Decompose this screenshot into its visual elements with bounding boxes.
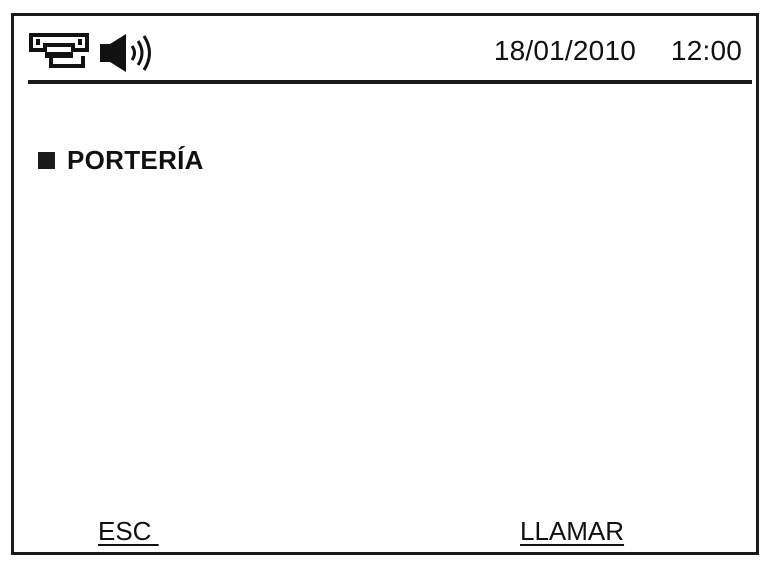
status-bar: 18/01/2010 12:00 xyxy=(28,28,748,80)
selection-bullet-icon xyxy=(38,151,55,169)
menu-item-porteria[interactable]: PORTERÍA xyxy=(38,142,204,178)
call-softkey[interactable]: LLAMAR xyxy=(520,516,624,547)
menu-item-label: PORTERÍA xyxy=(67,144,204,175)
date-display: 18/01/2010 xyxy=(493,35,636,66)
esc-softkey[interactable]: ESC xyxy=(98,516,159,547)
intercom-display: 18/01/2010 12:00 PORTERÍA ESC LLAMAR xyxy=(11,13,759,555)
time-display: 12:00 xyxy=(670,35,742,66)
menu-list: PORTERÍA xyxy=(38,142,204,178)
header-divider xyxy=(28,80,752,84)
speaker-volume-icon xyxy=(100,34,151,72)
intercom-handset-icon xyxy=(29,33,89,68)
